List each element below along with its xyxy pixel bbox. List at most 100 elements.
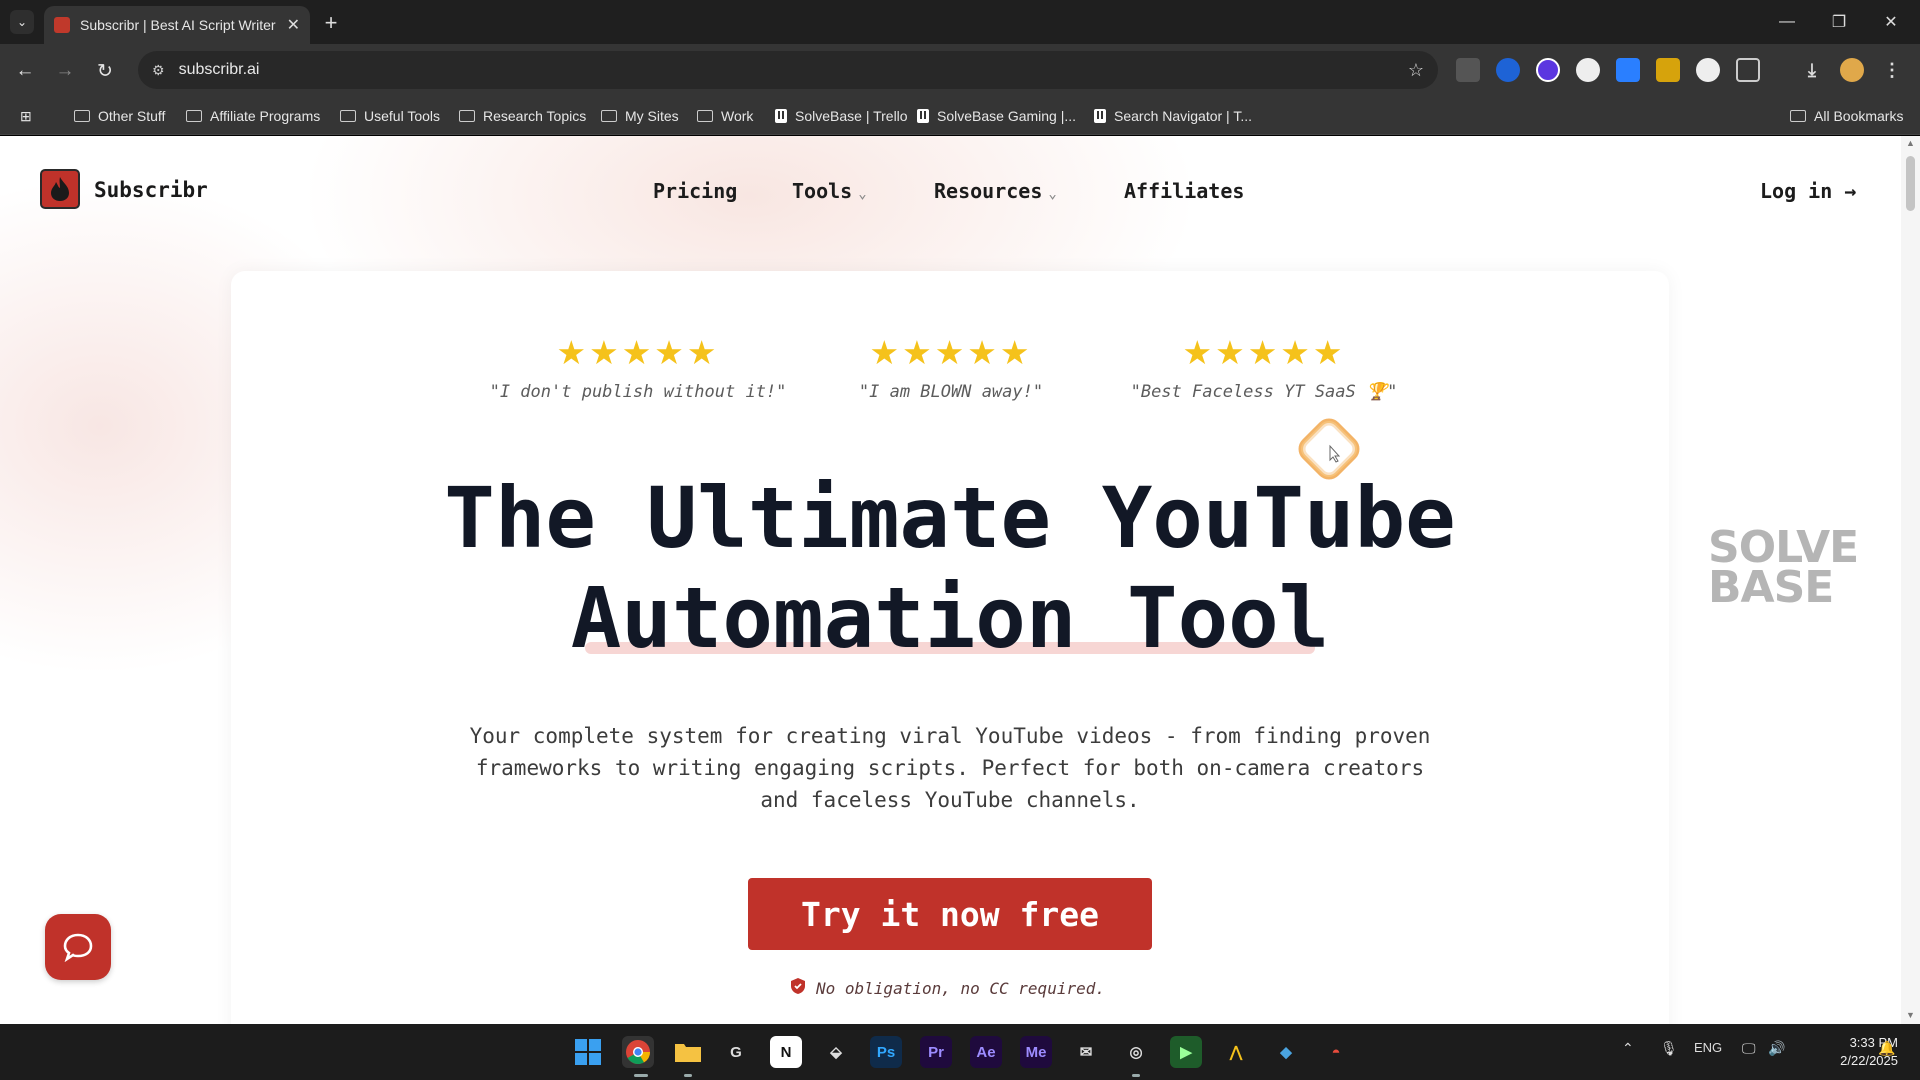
folder-icon <box>1790 110 1806 122</box>
star-rating: ★★★★★ <box>1182 334 1346 371</box>
scroll-up-icon[interactable]: ▲ <box>1906 138 1915 148</box>
nav-affiliates[interactable]: Affiliates <box>1124 179 1244 203</box>
back-arrow-icon[interactable]: ← <box>12 58 38 84</box>
folder-icon <box>340 110 356 122</box>
minimize-icon[interactable]: — <box>1764 8 1810 36</box>
obs-icon[interactable]: ◎ <box>1120 1036 1152 1068</box>
nav-tools[interactable]: Tools ⌄ <box>792 179 867 203</box>
folder-icon <box>74 110 90 122</box>
bookmarks-bar: ⊞ Other Stuff Affiliate Programs Useful To… <box>0 97 1920 135</box>
puzzle-extensions-icon[interactable] <box>1736 58 1760 82</box>
language-indicator[interactable]: ENG <box>1694 1040 1722 1055</box>
notification-bell-icon[interactable]: 🔔 <box>1878 1040 1895 1057</box>
brand-name[interactable]: Subscribr <box>94 178 208 202</box>
apps-grid-icon[interactable]: ⊞ <box>20 106 32 126</box>
review-quote: "Best Faceless YT SaaS 🏆" <box>1130 382 1398 402</box>
browser-tab-active[interactable]: Subscribr | Best AI Script Writer ✕ <box>44 6 310 44</box>
new-tab-plus-icon[interactable]: + <box>318 10 344 36</box>
bookmark-item[interactable]: Affiliate Programs <box>186 106 320 126</box>
address-bar[interactable]: ⚙ subscribr.ai ☆ <box>138 51 1438 89</box>
yellow-app-icon[interactable]: ⋀ <box>1220 1036 1252 1068</box>
chat-support-icon[interactable] <box>45 914 111 980</box>
close-window-icon[interactable]: ✕ <box>1868 8 1914 36</box>
bookmark-item[interactable]: Other Stuff <box>74 106 165 126</box>
bookmark-item[interactable]: Work <box>697 106 753 126</box>
bookmark-item[interactable]: SolveBase | Trello <box>775 106 908 126</box>
clock-extension-icon[interactable] <box>1696 58 1720 82</box>
bookmark-label: My Sites <box>625 108 679 124</box>
page-scrollbar[interactable]: ▲ ▼ <box>1901 136 1920 1024</box>
profile-avatar-icon[interactable] <box>1840 58 1864 82</box>
photoshop-icon[interactable]: Ps <box>870 1036 902 1068</box>
star-rating: ★★★★★ <box>869 334 1033 371</box>
cta-note: No obligation, no CC required. <box>790 977 1105 999</box>
network-icon[interactable]: 🖵 <box>1742 1040 1756 1057</box>
site-settings-icon[interactable]: ⚙ <box>152 62 165 79</box>
after-effects-icon[interactable]: Ae <box>970 1036 1002 1068</box>
volume-icon[interactable]: 🔊 <box>1768 1040 1785 1057</box>
file-explorer-icon[interactable] <box>672 1036 704 1068</box>
blue-extension-icon[interactable] <box>1616 58 1640 82</box>
nav-pricing[interactable]: Pricing <box>653 179 737 203</box>
tab-search-chevron-icon[interactable]: ⌄ <box>10 10 34 34</box>
windows-start-icon[interactable] <box>572 1036 604 1068</box>
media-encoder-icon[interactable]: Me <box>1020 1036 1052 1068</box>
login-link[interactable]: Log in → <box>1760 179 1856 203</box>
folder-icon <box>459 110 475 122</box>
hero-headline-line-1: The Ultimate YouTube <box>444 469 1456 567</box>
solvebase-watermark: SOLVE BASE <box>1708 522 1859 613</box>
reload-icon[interactable]: ↻ <box>92 58 118 84</box>
brand-logo-flame-icon[interactable] <box>40 169 80 209</box>
bookmark-item[interactable]: My Sites <box>601 106 679 126</box>
green-app-icon[interactable]: ▶ <box>1170 1036 1202 1068</box>
menu-dots-icon[interactable]: ⋮ <box>1880 58 1904 82</box>
bookmark-label: Search Navigator | T... <box>1114 108 1252 124</box>
restore-icon[interactable]: ❐ <box>1816 8 1862 36</box>
sc-extension-icon[interactable] <box>1656 58 1680 82</box>
blue-box-app-icon[interactable]: ◆ <box>1270 1036 1302 1068</box>
bookmark-item[interactable]: Useful Tools <box>340 106 440 126</box>
windows-taskbar: G N ⬙ Ps Pr Ae Me ✉ ◎ ▶ ⋀ ◆ ◓ ⌃ 🎙 ENG 🖵 … <box>0 1024 1920 1080</box>
tray-chevron-up-icon[interactable]: ⌃ <box>1622 1040 1634 1057</box>
search-extension-icon[interactable] <box>1496 58 1520 82</box>
app-indicator <box>684 1074 692 1077</box>
trello-icon <box>775 109 787 123</box>
bookmark-label: SolveBase | Trello <box>795 108 908 124</box>
cursor-highlight-icon <box>1290 410 1368 488</box>
scroll-thumb[interactable] <box>1906 156 1915 211</box>
bookmark-label: Research Topics <box>483 108 587 124</box>
review-2: ★★★★★ "I am BLOWN away!" <box>791 334 1111 403</box>
microphone-icon[interactable]: 🎙 <box>1660 1040 1678 1057</box>
folder-icon <box>601 110 617 122</box>
chrome-icon[interactable] <box>622 1036 654 1068</box>
close-tab-icon[interactable]: ✕ <box>287 15 300 35</box>
shield-extension-icon[interactable] <box>1456 58 1480 82</box>
bookmark-item[interactable]: Research Topics <box>459 106 586 126</box>
red-app-icon[interactable]: ◓ <box>1320 1036 1352 1068</box>
url-text: subscribr.ai <box>178 61 260 78</box>
premiere-icon[interactable]: Pr <box>920 1036 952 1068</box>
bookmark-star-icon[interactable]: ☆ <box>1408 60 1424 81</box>
active-app-indicator <box>634 1074 648 1077</box>
browser-tab-bar: ⌄ Subscribr | Best AI Script Writer ✕ + … <box>0 0 1920 44</box>
mail-icon[interactable]: ✉ <box>1070 1036 1102 1068</box>
f-extension-icon[interactable] <box>1536 58 1560 82</box>
folder-icon <box>697 110 713 122</box>
navigator-icon[interactable]: ⬙ <box>820 1036 852 1068</box>
nav-resources[interactable]: Resources ⌄ <box>934 179 1057 203</box>
bookmark-label: Affiliate Programs <box>210 108 321 124</box>
all-bookmarks-button[interactable]: All Bookmarks <box>1790 106 1903 126</box>
r-extension-icon[interactable] <box>1576 58 1600 82</box>
scroll-down-icon[interactable]: ▼ <box>1906 1010 1915 1020</box>
g-app-icon[interactable]: G <box>720 1036 752 1068</box>
bookmark-item[interactable]: Search Navigator | T... <box>1094 106 1252 126</box>
chevron-down-icon: ⌄ <box>858 186 867 202</box>
folder-icon <box>186 110 202 122</box>
forward-arrow-icon[interactable]: → <box>52 58 78 84</box>
notion-icon[interactable]: N <box>770 1036 802 1068</box>
bookmark-label: SolveBase Gaming |... <box>937 108 1077 124</box>
trello-icon <box>1094 109 1106 123</box>
try-it-free-button[interactable]: Try it now free <box>748 878 1152 950</box>
download-icon[interactable]: ⤓ <box>1800 58 1824 82</box>
bookmark-item[interactable]: SolveBase Gaming |... <box>917 106 1076 126</box>
